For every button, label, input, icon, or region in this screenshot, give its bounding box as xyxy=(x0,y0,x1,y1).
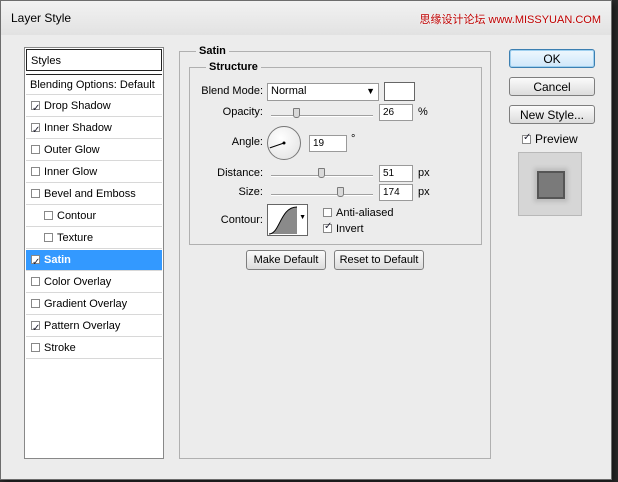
preview-label: Preview xyxy=(535,132,578,146)
invert-check-icon xyxy=(323,221,332,233)
angle-unit: ° xyxy=(351,133,356,145)
style-item-label: Color Overlay xyxy=(44,276,112,288)
style-item-texture[interactable]: Texture xyxy=(26,228,162,249)
checkbox-icon[interactable] xyxy=(31,145,40,154)
checkbox-icon[interactable] xyxy=(31,98,40,119)
cancel-button[interactable]: Cancel xyxy=(509,77,595,96)
opacity-input[interactable]: 26 xyxy=(379,104,413,121)
style-preview-thumbnail xyxy=(518,152,582,216)
watermark-text: 思缘设计论坛 www.MISSYUAN.COM xyxy=(419,14,601,26)
style-item-label: Drop Shadow xyxy=(44,100,111,112)
preview-checkbox[interactable]: Preview xyxy=(522,132,578,146)
distance-slider-thumb[interactable] xyxy=(317,168,325,178)
dialog-title: Layer Style xyxy=(11,11,72,25)
invert-label: Invert xyxy=(336,223,364,235)
opacity-slider-thumb[interactable] xyxy=(293,108,301,118)
size-slider-track[interactable] xyxy=(271,194,373,196)
distance-unit: px xyxy=(418,167,430,179)
angle-input[interactable]: 19 xyxy=(309,135,347,152)
style-item-label: Contour xyxy=(57,210,97,222)
opacity-unit: % xyxy=(418,106,428,118)
style-item-label: Pattern Overlay xyxy=(44,320,121,332)
checkbox-icon[interactable] xyxy=(31,120,40,141)
style-item-label: Bevel and Emboss xyxy=(44,188,136,200)
checkbox-icon[interactable] xyxy=(31,189,40,198)
style-item-outer-glow[interactable]: Outer Glow xyxy=(26,140,162,161)
styles-list: Styles Blending Options: Default Drop Sh… xyxy=(24,47,164,459)
reset-to-default-button[interactable]: Reset to Default xyxy=(334,250,424,270)
invert-checkbox[interactable]: Invert xyxy=(323,221,364,235)
anti-aliased-label: Anti-aliased xyxy=(336,207,394,219)
anti-aliased-check-icon xyxy=(323,208,332,217)
size-unit: px xyxy=(418,186,430,198)
blend-mode-label: Blend Mode: xyxy=(201,85,263,97)
checkbox-icon[interactable] xyxy=(31,167,40,176)
angle-dial-needle xyxy=(269,141,286,149)
style-item-label: Inner Glow xyxy=(44,166,98,178)
style-item-label: Gradient Overlay xyxy=(44,298,128,310)
checkbox-icon[interactable] xyxy=(31,299,40,308)
make-default-button[interactable]: Make Default xyxy=(246,250,326,270)
checkbox-icon[interactable] xyxy=(44,233,53,242)
style-item-label: Outer Glow xyxy=(44,144,100,156)
structure-group-label: Structure xyxy=(206,61,261,73)
contour-curve-icon xyxy=(268,206,298,235)
style-item-label: Texture xyxy=(57,232,94,244)
blend-mode-select[interactable]: Normal ▼ xyxy=(267,83,379,101)
style-item-bevel-and-emboss[interactable]: Bevel and Emboss xyxy=(26,184,162,205)
anti-aliased-checkbox[interactable]: Anti-aliased xyxy=(323,207,393,219)
blend-mode-value: Normal xyxy=(271,85,307,97)
checkbox-icon[interactable] xyxy=(31,343,40,352)
contour-label: Contour: xyxy=(220,214,263,226)
style-item-color-overlay[interactable]: Color Overlay xyxy=(26,272,162,293)
style-item-inner-glow[interactable]: Inner Glow xyxy=(26,162,162,183)
size-slider-thumb[interactable] xyxy=(336,187,344,197)
style-item-inner-shadow[interactable]: Inner Shadow xyxy=(26,118,162,141)
opacity-slider-track[interactable] xyxy=(271,115,373,117)
layer-style-dialog: Layer Style 思缘设计论坛 www.MISSYUAN.COM Styl… xyxy=(0,0,612,480)
distance-input[interactable]: 51 xyxy=(379,165,413,182)
dropdown-arrow-icon: ▼ xyxy=(366,86,375,96)
style-item-stroke[interactable]: Stroke xyxy=(26,338,162,359)
size-input[interactable]: 174 xyxy=(379,184,413,201)
contour-picker[interactable]: ▼ xyxy=(267,204,308,236)
blending-options-item[interactable]: Blending Options: Default xyxy=(26,74,162,95)
style-item-satin[interactable]: Satin xyxy=(26,250,162,273)
size-label: Size: xyxy=(238,186,263,198)
title-bar[interactable]: Layer Style 思缘设计论坛 www.MISSYUAN.COM xyxy=(1,1,611,35)
style-item-pattern-overlay[interactable]: Pattern Overlay xyxy=(26,316,162,339)
style-item-label: Inner Shadow xyxy=(44,122,112,134)
contour-dropdown-arrow-icon[interactable]: ▼ xyxy=(299,214,306,221)
style-item-label: Stroke xyxy=(44,342,76,354)
style-item-gradient-overlay[interactable]: Gradient Overlay xyxy=(26,294,162,315)
style-item-label: Satin xyxy=(44,254,71,266)
preview-swatch xyxy=(537,171,565,199)
satin-group-label: Satin xyxy=(196,45,229,57)
angle-dial[interactable] xyxy=(267,126,301,160)
distance-label: Distance: xyxy=(217,167,263,179)
styles-header[interactable]: Styles xyxy=(26,49,162,71)
new-style-button[interactable]: New Style... xyxy=(509,105,595,124)
opacity-label: Opacity: xyxy=(222,106,263,118)
style-item-drop-shadow[interactable]: Drop Shadow xyxy=(26,96,162,119)
checkbox-icon[interactable] xyxy=(31,252,40,273)
checkbox-icon[interactable] xyxy=(31,277,40,286)
angle-label: Angle: xyxy=(231,136,263,148)
ok-button[interactable]: OK xyxy=(509,49,595,68)
preview-check-icon xyxy=(522,132,531,144)
checkbox-icon[interactable] xyxy=(44,211,53,220)
checkbox-icon[interactable] xyxy=(31,318,40,339)
blend-color-swatch[interactable] xyxy=(384,82,415,101)
style-item-contour[interactable]: Contour xyxy=(26,206,162,227)
